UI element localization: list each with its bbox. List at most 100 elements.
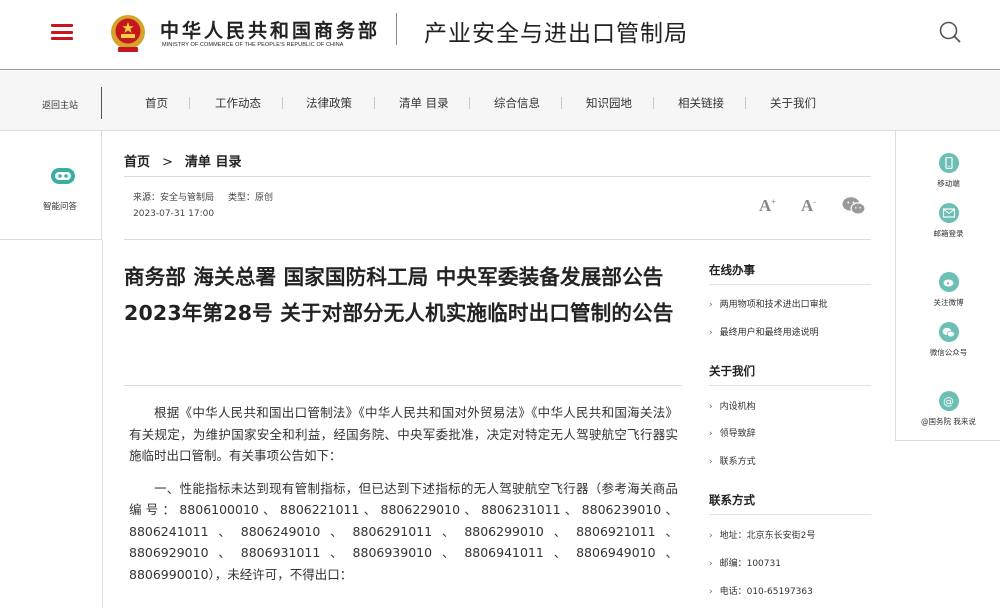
menu-icon[interactable] bbox=[51, 24, 73, 40]
sidebar-item[interactable]: › 两用物项和技术进出口审批 bbox=[709, 297, 828, 310]
sidebar-item[interactable]: › 联系方式 bbox=[709, 454, 756, 467]
mail-icon[interactable] bbox=[938, 203, 959, 223]
nav-item-lists[interactable]: 清单 目录 bbox=[399, 95, 449, 111]
publish-date: 2023-07-31 17:00 bbox=[133, 209, 215, 219]
sidebar-heading-online-services: 在线办事 bbox=[709, 263, 755, 277]
chevron-right-icon: › bbox=[709, 402, 713, 412]
wechat-share-icon[interactable] bbox=[842, 196, 866, 216]
nav-separator bbox=[189, 97, 190, 109]
chevron-right-icon: › bbox=[709, 457, 713, 467]
ministry-name-en: MINISTRY OF COMMERCE OF THE PEOPLE'S REP… bbox=[162, 42, 344, 48]
nav-item-info[interactable]: 综合信息 bbox=[494, 95, 540, 111]
article-meta: 来源：安全与管制局 类型：原创 bbox=[133, 190, 273, 203]
at-gov-link[interactable]: @ @国务院 我来说 bbox=[896, 391, 1000, 427]
font-decrease-glyph[interactable]: A bbox=[801, 196, 813, 215]
article-title: 商务部 海关总署 国家国防科工局 中央军委装备发展部公告2023年第28号 关于… bbox=[124, 265, 674, 325]
smart-qa-panel[interactable]: 智能问答 bbox=[0, 131, 102, 240]
nav-separator bbox=[653, 97, 654, 109]
contact-address: 地址：北京东长安街2号 bbox=[719, 531, 816, 541]
breadcrumb: 首页 > 清单 目录 bbox=[124, 151, 241, 170]
sidebar-item-label[interactable]: 联系方式 bbox=[720, 457, 756, 467]
nav-separator bbox=[374, 97, 375, 109]
share-panel: 移动端 邮箱登录 关注微博 微信公众号 @ @国务院 我来说 bbox=[895, 131, 1000, 441]
source-value: 安全与管制局 bbox=[160, 193, 215, 203]
divider bbox=[709, 284, 871, 285]
mail-link[interactable]: 邮箱登录 bbox=[896, 203, 1000, 239]
mobile-label[interactable]: 移动端 bbox=[896, 178, 1000, 189]
at-gov-label[interactable]: @国务院 我来说 bbox=[896, 416, 1000, 427]
divider bbox=[709, 385, 871, 386]
font-increase-sup[interactable]: + bbox=[771, 197, 776, 206]
wechat-link[interactable]: 微信公众号 bbox=[896, 322, 1000, 358]
nav-item-home[interactable]: 首页 bbox=[145, 95, 168, 111]
sidebar-item: › 电话：010-65197363 bbox=[709, 584, 813, 597]
left-rail-divider bbox=[102, 240, 103, 608]
weibo-icon[interactable] bbox=[938, 272, 959, 292]
sidebar-item-label[interactable]: 领导致辞 bbox=[720, 429, 756, 439]
sidebar-item: › 邮编：100731 bbox=[709, 556, 781, 569]
weibo-link[interactable]: 关注微博 bbox=[896, 272, 1000, 308]
mobile-icon[interactable] bbox=[938, 153, 959, 173]
sidebar-item: › 地址：北京东长安街2号 bbox=[709, 528, 815, 541]
bureau-title[interactable]: 产业安全与进出口管制局 bbox=[424, 14, 688, 48]
sidebar-heading-about: 关于我们 bbox=[709, 364, 755, 378]
mail-label[interactable]: 邮箱登录 bbox=[896, 228, 1000, 239]
chevron-right-icon: › bbox=[709, 587, 713, 597]
font-decrease-sup[interactable]: - bbox=[813, 197, 816, 206]
nav-divider bbox=[101, 87, 102, 119]
nav-item-laws[interactable]: 法律政策 bbox=[306, 95, 352, 111]
chevron-right-icon: › bbox=[709, 429, 713, 439]
sidebar-heading-contact: 联系方式 bbox=[709, 493, 755, 507]
nav-separator bbox=[561, 97, 562, 109]
nav-back-to-main[interactable]: 返回主站 bbox=[42, 98, 78, 111]
wechat-icon[interactable] bbox=[938, 322, 959, 342]
robot-icon[interactable] bbox=[48, 166, 78, 186]
nav-separator bbox=[282, 97, 283, 109]
breadcrumb-current[interactable]: 清单 目录 bbox=[185, 155, 242, 170]
mobile-link[interactable]: 移动端 bbox=[896, 153, 1000, 189]
breadcrumb-separator: > bbox=[162, 155, 173, 170]
divider bbox=[124, 239, 871, 240]
header-divider bbox=[396, 13, 397, 45]
sidebar-item[interactable]: › 领导致辞 bbox=[709, 426, 756, 439]
nav-item-about[interactable]: 关于我们 bbox=[770, 95, 816, 111]
source-label: 来源： bbox=[133, 193, 161, 203]
nav-separator bbox=[745, 97, 746, 109]
divider bbox=[709, 514, 871, 515]
sidebar-item-label[interactable]: 内设机构 bbox=[720, 402, 756, 412]
site-header: 中华人民共和国商务部 MINISTRY OF COMMERCE OF THE P… bbox=[0, 0, 1000, 70]
font-decrease-button[interactable]: A- bbox=[801, 196, 816, 216]
article-paragraph: 一、性能指标未达到现有管制指标，但已达到下述指标的无人驾驶航空飞行器（参考海关商… bbox=[129, 480, 678, 582]
font-increase-button[interactable]: A+ bbox=[759, 196, 776, 216]
nav-item-knowledge[interactable]: 知识园地 bbox=[586, 95, 632, 111]
divider bbox=[124, 176, 871, 177]
divider bbox=[124, 385, 682, 386]
article-body: 根据《中华人民共和国出口管制法》《中华人民共和国对外贸易法》《中华人民共和国海关… bbox=[129, 402, 678, 596]
chevron-right-icon: › bbox=[709, 300, 713, 310]
type-value: 原创 bbox=[255, 193, 274, 203]
contact-phone: 电话：010-65197363 bbox=[719, 587, 813, 597]
weibo-label[interactable]: 关注微博 bbox=[896, 297, 1000, 308]
ministry-name-cn: 中华人民共和国商务部 bbox=[160, 20, 381, 42]
search-icon[interactable] bbox=[938, 20, 962, 44]
breadcrumb-home[interactable]: 首页 bbox=[124, 155, 150, 170]
sidebar-item-label[interactable]: 两用物项和技术进出口审批 bbox=[720, 300, 828, 310]
contact-postcode: 邮编：100731 bbox=[719, 559, 781, 569]
chevron-right-icon: › bbox=[709, 328, 713, 338]
type-label: 类型： bbox=[228, 193, 256, 203]
sidebar-item[interactable]: › 最终用户和最终用途说明 bbox=[709, 325, 819, 338]
main-nav: 返回主站 首页 工作动态 法律政策 清单 目录 综合信息 知识园地 相关链接 关… bbox=[0, 71, 1000, 131]
nav-item-links[interactable]: 相关链接 bbox=[678, 95, 724, 111]
at-icon[interactable]: @ bbox=[938, 391, 959, 411]
wechat-label[interactable]: 微信公众号 bbox=[896, 347, 1000, 358]
nav-item-news[interactable]: 工作动态 bbox=[215, 95, 261, 111]
chevron-right-icon: › bbox=[709, 531, 713, 541]
smart-qa-label[interactable]: 智能问答 bbox=[43, 200, 77, 212]
font-increase-glyph[interactable]: A bbox=[759, 196, 771, 215]
national-emblem-logo[interactable] bbox=[108, 12, 148, 54]
sidebar-item-label[interactable]: 最终用户和最终用途说明 bbox=[720, 328, 819, 338]
nav-separator bbox=[469, 97, 470, 109]
article-paragraph: 根据《中华人民共和国出口管制法》《中华人民共和国对外贸易法》《中华人民共和国海关… bbox=[129, 405, 678, 463]
chevron-right-icon: › bbox=[709, 559, 713, 569]
sidebar-item[interactable]: › 内设机构 bbox=[709, 399, 756, 412]
